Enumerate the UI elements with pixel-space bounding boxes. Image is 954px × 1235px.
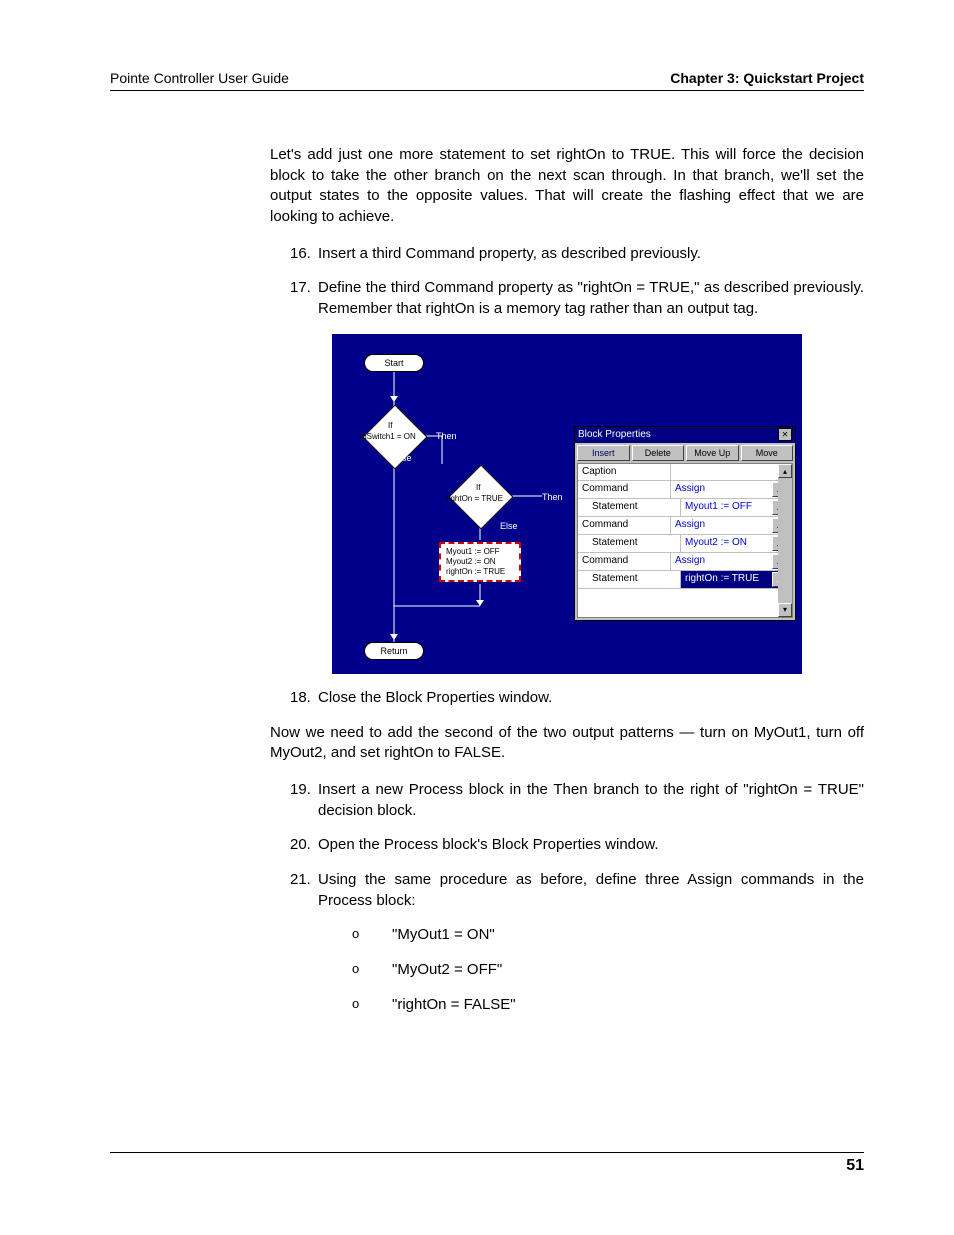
step-number: 17.	[270, 278, 318, 319]
prop-value[interactable]: Assign…	[671, 481, 792, 498]
step-20: 20. Open the Process block's Block Prope…	[270, 835, 864, 856]
sub-text: "MyOut2 = OFF"	[392, 960, 864, 981]
property-row: CommandAssign…	[578, 517, 792, 535]
process-line: rightOn := TRUE	[446, 567, 514, 577]
body-content: Let's add just one more statement to set…	[270, 145, 864, 1015]
step-16: 16. Insert a third Command property, as …	[270, 244, 864, 265]
prop-key: Command	[578, 553, 671, 570]
property-row: StatementMyout2 := ON…	[578, 535, 792, 553]
panel-titlebar: Block Properties ✕	[575, 427, 795, 443]
sub-item: o "rightOn = FALSE"	[352, 995, 864, 1016]
step-text: Insert a new Process block in the Then b…	[318, 780, 864, 821]
else-label: Else	[394, 452, 412, 464]
move-button[interactable]: Move	[741, 445, 794, 461]
insert-button[interactable]: Insert	[577, 445, 630, 461]
sub-item: o "MyOut1 = ON"	[352, 925, 864, 946]
arrow-icon	[476, 600, 484, 606]
step-text: Using the same procedure as before, defi…	[318, 870, 864, 911]
decision-text: If	[476, 482, 480, 493]
bullet: o	[352, 960, 392, 981]
close-icon[interactable]: ✕	[778, 428, 792, 441]
prop-key: Statement	[578, 499, 681, 516]
header-right: Chapter 3: Quickstart Project	[670, 70, 864, 86]
step-number: 21.	[270, 870, 318, 911]
step-18: 18. Close the Block Properties window.	[270, 688, 864, 709]
flow-start: Start	[364, 354, 424, 372]
page-number: 51	[846, 1157, 864, 1174]
prop-key: Caption	[578, 464, 671, 480]
prop-key: Command	[578, 481, 671, 498]
property-row: StatementMyout1 := OFF…	[578, 499, 792, 517]
decision-text: If	[388, 420, 392, 431]
flow-process-block: Myout1 := OFF Myout2 := ON rightOn := TR…	[439, 542, 521, 582]
arrow-icon	[390, 634, 398, 640]
property-row: Caption	[578, 464, 792, 481]
prop-value[interactable]: rightOn := TRUE…	[681, 571, 792, 588]
mid-paragraph: Now we need to add the second of the two…	[270, 723, 864, 764]
property-row: CommandAssign…	[578, 553, 792, 571]
prop-value[interactable]: Assign…	[671, 517, 792, 534]
flowchart-figure: Start Return If InSwitch1 = ON If rightO…	[332, 334, 802, 674]
prop-key: Command	[578, 517, 671, 534]
step-number: 16.	[270, 244, 318, 265]
move-up-button[interactable]: Move Up	[686, 445, 739, 461]
sub-text: "rightOn = FALSE"	[392, 995, 864, 1016]
sub-text: "MyOut1 = ON"	[392, 925, 864, 946]
step-21: 21. Using the same procedure as before, …	[270, 870, 864, 911]
step-text: Insert a third Command property, as desc…	[318, 244, 864, 265]
prop-value[interactable]	[671, 464, 792, 480]
step-number: 19.	[270, 780, 318, 821]
page-footer: 51	[110, 1152, 864, 1175]
prop-key: Statement	[578, 535, 681, 552]
then-label: Then	[436, 430, 457, 442]
bullet: o	[352, 995, 392, 1016]
prop-value[interactable]: Myout2 := ON…	[681, 535, 792, 552]
assign-sublist: o "MyOut1 = ON" o "MyOut2 = OFF" o "righ…	[352, 925, 864, 1015]
step-text: Define the third Command property as "ri…	[318, 278, 864, 319]
page-header: Pointe Controller User Guide Chapter 3: …	[110, 70, 864, 91]
prop-value[interactable]: Myout1 := OFF…	[681, 499, 792, 516]
arrow-icon	[390, 396, 398, 402]
else-label: Else	[500, 520, 518, 532]
process-line: Myout2 := ON	[446, 557, 514, 567]
intro-paragraph: Let's add just one more statement to set…	[270, 145, 864, 228]
properties-grid: Caption CommandAssign… StatementMyout1 :…	[577, 463, 793, 618]
scroll-down-icon[interactable]: ▾	[778, 603, 792, 617]
scrollbar[interactable]: ▴ ▾	[778, 464, 792, 617]
step-number: 18.	[270, 688, 318, 709]
step-text: Close the Block Properties window.	[318, 688, 864, 709]
then-label: Then	[542, 491, 563, 503]
step-number: 20.	[270, 835, 318, 856]
step-19: 19. Insert a new Process block in the Th…	[270, 780, 864, 821]
step-17: 17. Define the third Command property as…	[270, 278, 864, 319]
prop-key: Statement	[578, 571, 681, 588]
bullet: o	[352, 925, 392, 946]
scroll-up-icon[interactable]: ▴	[778, 464, 792, 478]
header-left: Pointe Controller User Guide	[110, 70, 289, 86]
panel-title: Block Properties	[578, 428, 651, 442]
step-text: Open the Process block's Block Propertie…	[318, 835, 864, 856]
block-properties-panel: Block Properties ✕ Insert Delete Move Up…	[574, 426, 796, 621]
decision-text: rightOn = TRUE	[446, 493, 503, 504]
delete-button[interactable]: Delete	[632, 445, 685, 461]
flow-return: Return	[364, 642, 424, 660]
property-row: CommandAssign…	[578, 481, 792, 499]
property-row: StatementrightOn := TRUE…	[578, 571, 792, 589]
process-line: Myout1 := OFF	[446, 547, 514, 557]
prop-value[interactable]: Assign…	[671, 553, 792, 570]
sub-item: o "MyOut2 = OFF"	[352, 960, 864, 981]
panel-toolbar: Insert Delete Move Up Move	[575, 443, 795, 463]
decision-text: InSwitch1 = ON	[360, 431, 416, 442]
